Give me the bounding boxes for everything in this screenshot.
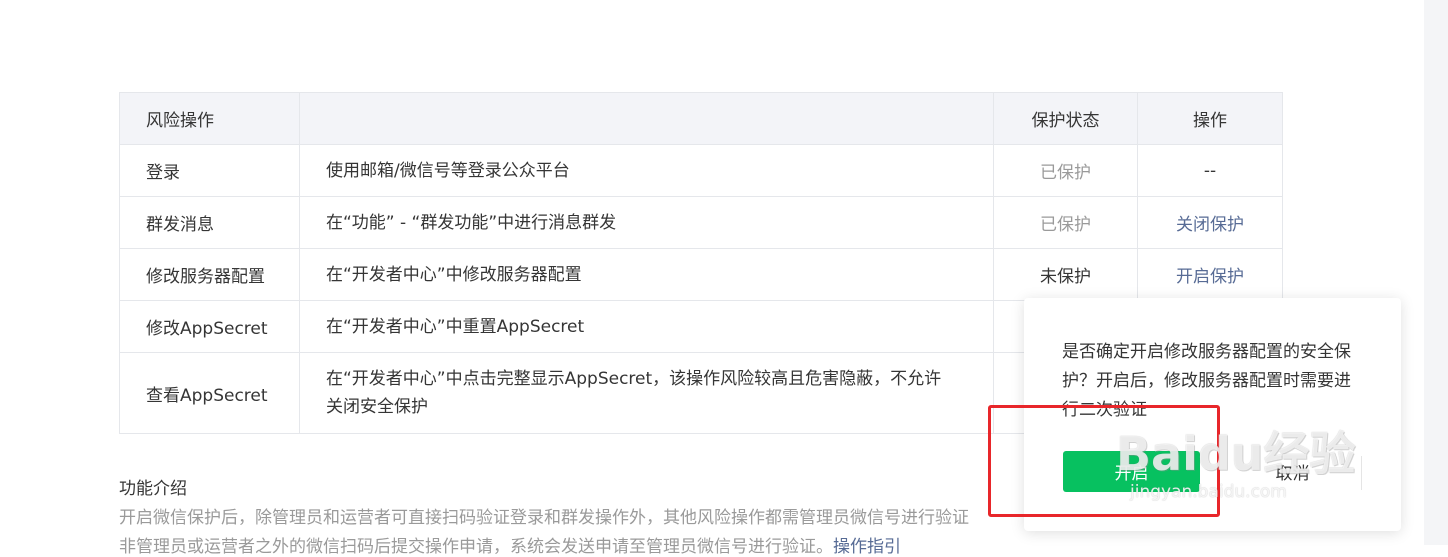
header-action: 操作 xyxy=(1137,92,1283,145)
table-row: 群发消息 在“功能” - “群发功能”中进行消息群发 已保护 关闭保护 xyxy=(119,196,1283,249)
row-status: 已保护 xyxy=(993,196,1138,249)
header-protection-status: 保护状态 xyxy=(993,92,1138,145)
feature-intro-text-2-body: 非管理员或运营者之外的微信扫码后提交操作申请，系统会发送申请至管理员微信号进行验… xyxy=(119,537,833,557)
row-name: 修改AppSecret xyxy=(119,300,300,353)
baidu-watermark-logo: Baidu经验 xyxy=(1116,427,1356,481)
row-name: 群发消息 xyxy=(119,196,300,249)
row-action-none: -- xyxy=(1137,144,1283,197)
popover-divider xyxy=(1361,456,1362,490)
disable-protection-link[interactable]: 关闭保护 xyxy=(1176,215,1244,235)
row-status: 已保护 xyxy=(993,144,1138,197)
table-row: 修改服务器配置 在“开发者中心”中修改服务器配置 未保护 开启保护 xyxy=(119,248,1283,301)
row-name: 查看AppSecret xyxy=(119,352,300,434)
row-description: 在“开发者中心”中修改服务器配置 xyxy=(299,248,994,301)
row-name: 登录 xyxy=(119,144,300,197)
table-row: 登录 使用邮箱/微信号等登录公众平台 已保护 -- xyxy=(119,144,1283,197)
right-edge-panel xyxy=(1424,0,1448,545)
row-description: 在“功能” - “群发功能”中进行消息群发 xyxy=(299,196,994,249)
feature-intro-title: 功能介绍 xyxy=(119,479,187,499)
row-name: 修改服务器配置 xyxy=(119,248,300,301)
header-risk-operation: 风险操作 xyxy=(119,92,300,145)
operation-guide-link[interactable]: 操作指引 xyxy=(833,537,901,557)
enable-protection-link[interactable]: 开启保护 xyxy=(1176,267,1244,287)
row-description: 在“开发者中心”中点击完整显示AppSecret，该操作风险较高且危害隐蔽，不允… xyxy=(299,352,994,434)
row-status: 未保护 xyxy=(993,248,1138,301)
table-header-row: 风险操作 保护状态 操作 xyxy=(119,92,1283,145)
feature-intro-text-1: 开启微信保护后，除管理员和运营者可直接扫码验证登录和群发操作外，其他风险操作都需… xyxy=(119,508,969,528)
row-description: 在“开发者中心”中重置AppSecret xyxy=(299,300,994,353)
baidu-watermark-url: jingyan.baidu.com xyxy=(1130,482,1287,502)
header-description xyxy=(299,92,994,145)
row-description: 使用邮箱/微信号等登录公众平台 xyxy=(299,144,994,197)
